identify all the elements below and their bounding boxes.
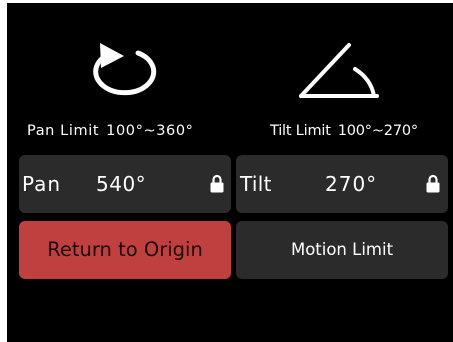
tilt-value: 270° [325,172,378,196]
pan-name-label: Pan [22,172,62,196]
tilt-limit-label: Tilt Limit [270,123,331,139]
pan-value-box[interactable]: Pan 540° [19,155,231,213]
tilt-name-label: Tilt [240,172,272,196]
motion-limit-button[interactable]: Motion Limit [236,221,448,279]
pan-limit-caption: Pan Limit 100°~360° [27,120,229,142]
lock-icon[interactable] [426,174,440,193]
pan-limit-range: 100°~360° [106,123,194,139]
pan-value: 540° [96,172,147,196]
lock-icon[interactable] [210,174,224,193]
tilt-value-box[interactable]: Tilt 270° [236,155,448,213]
rotate-ccw-icon [85,37,157,101]
control-screen: Pan Limit 100°~360° Tilt Limit 100°~270° P… [7,3,453,342]
return-to-origin-button[interactable]: Return to Origin [19,221,231,279]
tilt-angle-icon [297,39,381,101]
tilt-limit-caption: Tilt Limit 100°~270° [270,120,450,142]
pan-limit-label: Pan Limit [27,123,100,139]
tilt-limit-range: 100°~270° [337,123,418,139]
